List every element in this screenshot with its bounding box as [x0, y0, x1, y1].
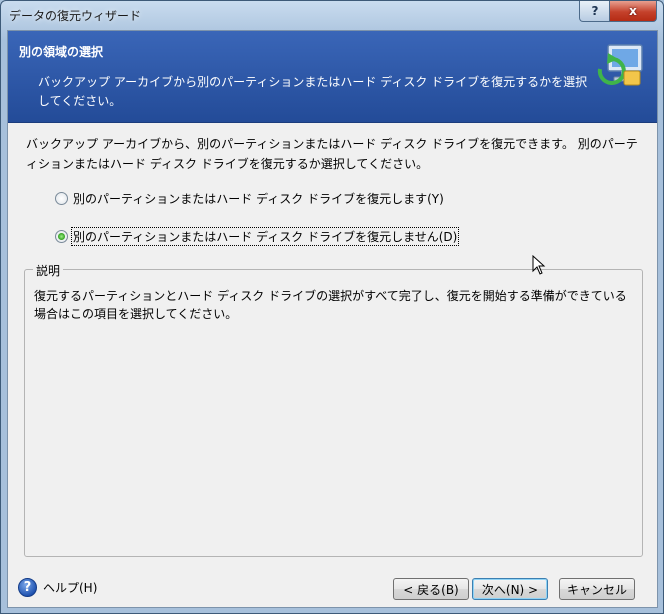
title-help-button[interactable]: ? [579, 1, 611, 22]
radio-restore-another[interactable] [55, 192, 68, 205]
option-restore-another-label[interactable]: 別のパーティションまたはハード ディスク ドライブを復元します(Y) [72, 190, 445, 207]
dialog-client-area: 別の領域の選択 バックアップ アーカイブから別のパーティションまたはハード ディ… [7, 30, 658, 608]
step-description: バックアップ アーカイブから別のパーティションまたはハード ディスク ドライブを… [38, 75, 588, 108]
close-button[interactable]: x [609, 1, 657, 22]
mouse-pointer-icon [532, 255, 546, 275]
description-groupbox: 説明 復元するパーティションとハード ディスク ドライブの選択がすべて完了し、復… [24, 262, 643, 557]
wizard-computer-icon [597, 44, 643, 86]
radio-no-restore[interactable] [55, 230, 68, 243]
option-restore-another[interactable]: 別のパーティションまたはハード ディスク ドライブを復元します(Y) [55, 190, 445, 207]
intro-text: バックアップ アーカイブから、別のパーティションまたはハード ディスク ドライブ… [26, 137, 638, 171]
step-title: 別の領域の選択 [19, 45, 104, 59]
help-label[interactable]: ヘルプ(H) [43, 579, 97, 596]
button-bar: ? ヘルプ(H) < 戻る(B) 次へ(N) > キャンセル [8, 564, 657, 607]
option-no-restore[interactable]: 別のパーティションまたはハード ディスク ドライブを復元しません(D) [55, 227, 460, 246]
description-legend: 説明 [33, 262, 64, 279]
wizard-header: 別の領域の選択 バックアップ アーカイブから別のパーティションまたはハード ディ… [8, 31, 657, 123]
help-icon[interactable]: ? [18, 578, 37, 597]
cancel-button[interactable]: キャンセル [559, 578, 635, 600]
window-title: データの復元ウィザード [9, 9, 142, 23]
description-text: 復元するパーティションとハード ディスク ドライブの選択がすべて完了し、復元を開… [34, 289, 627, 321]
option-no-restore-label[interactable]: 別のパーティションまたはハード ディスク ドライブを復元しません(D) [70, 227, 460, 246]
back-button[interactable]: < 戻る(B) [393, 578, 469, 600]
next-button[interactable]: 次へ(N) > [472, 578, 548, 600]
help-link[interactable]: ? ヘルプ(H) [18, 578, 97, 597]
wizard-window: データの復元ウィザード ? x 別の領域の選択 バックアップ アーカイブから別の… [0, 0, 664, 614]
title-bar[interactable]: データの復元ウィザード ? x [1, 1, 663, 29]
